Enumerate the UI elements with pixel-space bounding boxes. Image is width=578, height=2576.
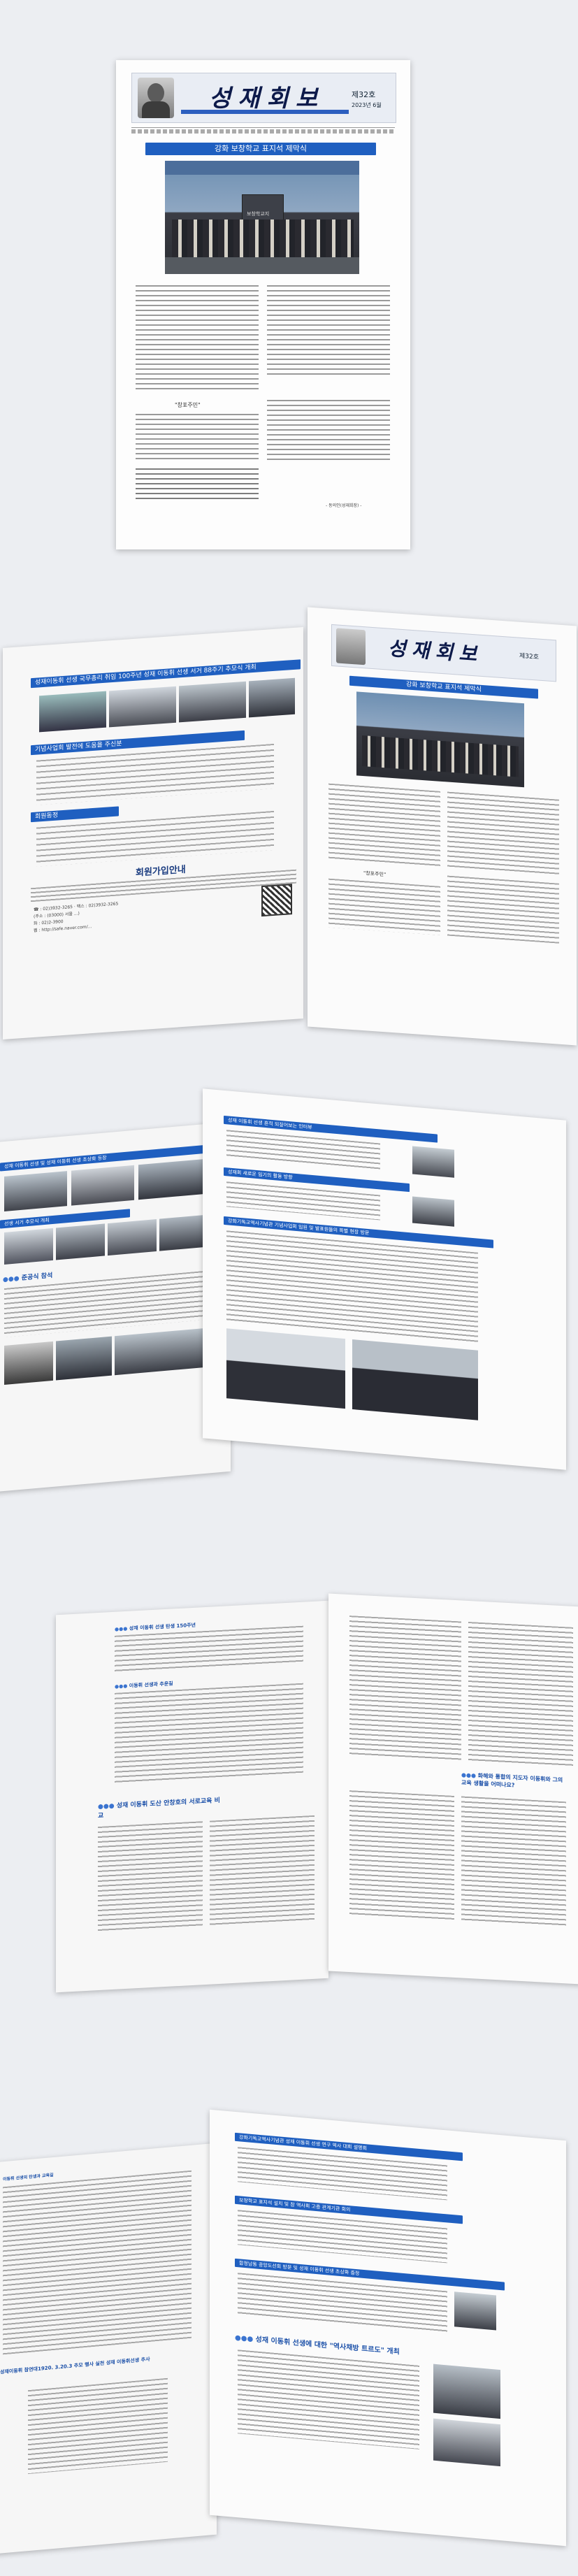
cover-body-right xyxy=(267,285,390,376)
spread2-photo-c xyxy=(138,1158,205,1200)
spread1-right-page: 성재회보 제32호 강화 보창학교 표지석 제막식 "창포주민" xyxy=(308,607,577,1046)
spread-3: ●●● 성재 이동휘 선생 탄생 150주년 ●●● 이동휘 선생과 추운길 ●… xyxy=(0,1587,578,2006)
spread1-masthead-title: 성재회보 xyxy=(388,636,483,667)
spread2-photo-f xyxy=(108,1218,157,1256)
spread1-unveiling-photo xyxy=(356,691,524,788)
spread1-photo-d xyxy=(249,677,295,718)
spread3-right-title: ●●● 화해와 통합의 지도자 이동휘와 그의 교육 생활을 어떠나요? xyxy=(461,1771,563,1789)
spread1-masthead: 성재회보 제32호 xyxy=(331,624,556,682)
spread2-right-photo-b xyxy=(412,1196,454,1227)
spread3-right-page: ●●● 화해와 통합의 지도자 이동휘와 그의 교육 생활을 어떠나요? xyxy=(328,1593,578,1986)
stone-inscription: 보창학교지 xyxy=(247,211,270,217)
founder-portrait xyxy=(138,78,174,118)
cover-body-left xyxy=(136,285,259,390)
spread1-photo-b xyxy=(109,686,176,728)
spread1-quote-heading: "창포주민" xyxy=(363,870,386,878)
cover-headline-text: 강화 보창학교 표지석 제막식 xyxy=(215,144,307,153)
spread2-photo-a xyxy=(4,1171,67,1212)
spread2-photo-b xyxy=(71,1165,134,1206)
spread-4: 이동휘 선생의 탄생과 교육길 성재이동휘 참연대1920. 3.20.3 추모… xyxy=(0,2090,578,2566)
spread1-photo-c xyxy=(179,681,246,723)
masthead-title: 성재회보 xyxy=(209,85,325,113)
spread4-left-page: 이동휘 선생의 탄생과 교육길 성재이동휘 참연대1920. 3.20.3 추모… xyxy=(0,2143,217,2555)
spread2-photo-g xyxy=(159,1214,205,1251)
spread3-left-title-1: ●●● 성재 이동휘 선생 탄생 150주년 xyxy=(115,1622,196,1632)
spread2-right-photo-a xyxy=(412,1146,454,1178)
spread2-section-c: ●●● 준공식 참석 xyxy=(3,1272,53,1284)
spread4-right-photo-b xyxy=(433,2363,500,2419)
quote-heading: "창포주민" xyxy=(175,402,201,408)
spread2-right-photo-d xyxy=(352,1339,478,1420)
spread4-right-photo-c xyxy=(433,2418,500,2467)
spread2-photo-d xyxy=(4,1228,53,1265)
spread2-photo-i xyxy=(56,1336,112,1381)
spread3-left-title-2: ●●● 이동휘 선생과 추운길 xyxy=(115,1681,173,1690)
issue-number: 제32호 xyxy=(352,90,376,99)
spread4-left-sub: 성재이동휘 참연대1920. 3.20.3 추모 행사 실천 성재 이동휘선생 … xyxy=(0,2356,150,2375)
notice-title: 회원가입안내 xyxy=(136,864,186,879)
spread1-issue-no: 제32호 xyxy=(519,652,540,661)
spread4-left-head: 이동휘 선생의 탄생과 교육길 xyxy=(3,2172,54,2182)
issue-date: 2023년 6월 xyxy=(352,102,382,108)
spread2-left-page: 성재 이동휘 선생 및 성재 이동휘 선생 초상화 등장 선생 서거 추모식 개… xyxy=(0,1121,231,1493)
spread1-left-page: 성재이동휘 선생 국무총리 취임 100주년 성재 이동휘 선생 서거 88주기… xyxy=(3,626,303,1040)
spread1-section-b: 회원동정 xyxy=(31,806,119,823)
spread-2: 성재 이동휘 선생 및 성재 이동휘 선생 초상화 등장 선생 서거 추모식 개… xyxy=(0,1070,578,1503)
spread4-right-page: 강화기독교역사기념관 성재 이동휘 선생 연구 역사 대회 설명회 보창학교 표… xyxy=(210,2109,566,2547)
spread1-photo-a xyxy=(39,691,106,733)
membership-notice: 회원가입안내 ☎ : 02)3932-3265 · 팩스 : 02)3932-3… xyxy=(31,853,296,944)
cover-page: 성재회보 제32호 2023년 6월 강화 보창학교 표지석 제막식 보창학교지… xyxy=(116,60,410,549)
qr-code xyxy=(261,884,292,917)
masthead-band: 성재회보 제32호 2023년 6월 xyxy=(131,73,396,123)
spread2-photo-h xyxy=(4,1341,53,1386)
spread3-left-page: ●●● 성재 이동휘 선생 탄생 150주년 ●●● 이동휘 선생과 추운길 ●… xyxy=(56,1600,328,1993)
unveiling-photo: 보창학교지 xyxy=(165,161,359,274)
cover-byline: - 동의인(성재회장) - xyxy=(326,503,362,508)
spread2-photo-j xyxy=(115,1327,205,1376)
spread4-right-photo-a xyxy=(454,2291,496,2331)
spread2-right-photo-c xyxy=(226,1328,345,1409)
spread3-left-title-3: ●●● 성재 이동휘 도산 안창호의 서로교육 비교 xyxy=(98,1797,220,1820)
spread2-photo-e xyxy=(56,1223,105,1260)
spread-1: 성재이동휘 선생 국무총리 취임 100주년 성재 이동휘 선생 서거 88주기… xyxy=(0,589,578,1050)
spread2-right-page: 성재 이동휘 선생 흔적 되짚어보는 인터뷰 성재회 새로운 임기의 활동 방향… xyxy=(203,1088,566,1470)
cover-headline: 강화 보창학교 표지석 제막식 xyxy=(145,143,376,155)
